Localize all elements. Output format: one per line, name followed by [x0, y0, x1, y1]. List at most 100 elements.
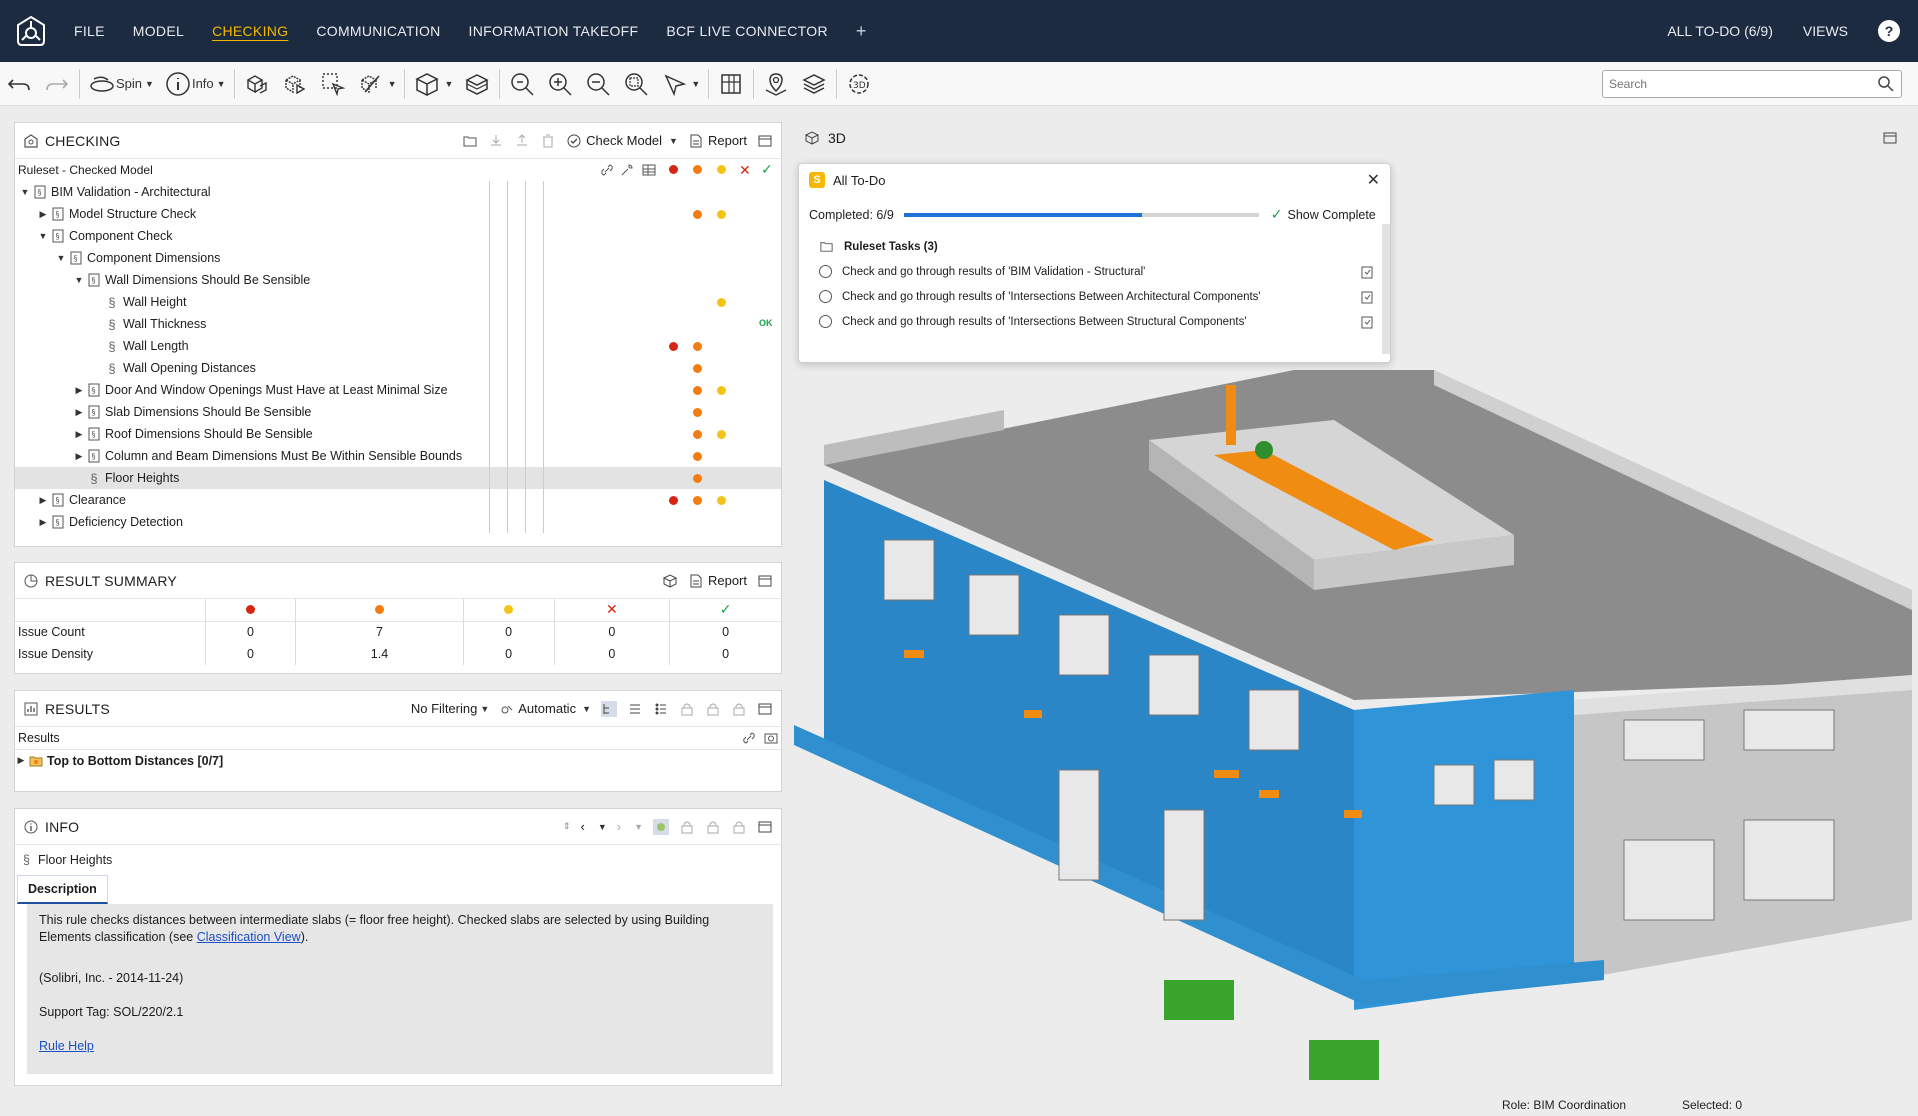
tree-row[interactable]: ▼ § Component Dimensions [15, 247, 781, 269]
tree-row[interactable]: § Wall Height [15, 291, 781, 313]
spin-button[interactable]: Spin ▼ [83, 64, 159, 104]
tree-row[interactable]: § Wall Thickness OK [15, 313, 781, 335]
transparency-button[interactable]: ▼ [352, 64, 402, 104]
clipboard-icon[interactable] [1360, 315, 1374, 329]
tab-description[interactable]: Description [17, 875, 108, 904]
expand-arrow-icon[interactable]: ▼ [19, 187, 31, 197]
menu-information-takeoff[interactable]: INFORMATION TAKEOFF [455, 23, 653, 39]
task-checkbox[interactable] [819, 290, 832, 303]
menu-file[interactable]: FILE [60, 23, 119, 39]
expand-arrow-icon[interactable]: ▶ [37, 517, 49, 528]
lock-icon[interactable] [731, 819, 747, 835]
cube-icon[interactable] [662, 573, 678, 589]
task-item[interactable]: Check and go through results of 'BIM Val… [819, 259, 1374, 284]
zoom-in-button[interactable] [541, 64, 579, 104]
task-item[interactable]: Check and go through results of 'Interse… [819, 309, 1374, 334]
expand-arrow-icon[interactable]: ▶ [73, 407, 85, 418]
pick-tool-button[interactable]: ▼ [655, 64, 705, 104]
delete-icon[interactable] [540, 133, 556, 149]
link-icon[interactable] [741, 730, 757, 746]
maximize-icon[interactable] [757, 819, 773, 835]
floor-plan-button[interactable] [712, 64, 750, 104]
chevron-down-icon[interactable]: ▼ [634, 822, 643, 832]
lock-icon[interactable] [705, 819, 721, 835]
info-button[interactable]: Info ▼ [159, 64, 231, 104]
zoom-selected-button[interactable] [617, 64, 655, 104]
solibri-logo-icon[interactable] [14, 14, 48, 48]
classification-view-link[interactable]: Classification View [197, 930, 301, 944]
expand-arrow-icon[interactable]: ▶ [15, 755, 27, 766]
task-item[interactable]: Check and go through results of 'Interse… [819, 284, 1374, 309]
menu-model[interactable]: MODEL [119, 23, 198, 39]
tree-row[interactable]: ▼ § Component Check [15, 225, 781, 247]
task-group[interactable]: Ruleset Tasks (3) [819, 234, 1374, 259]
zoom-extents-button[interactable] [503, 64, 541, 104]
search-field[interactable] [1602, 70, 1902, 98]
tree-row[interactable]: ▶ § Deficiency Detection [15, 511, 781, 533]
zoom-out-button[interactable] [579, 64, 617, 104]
tree-row[interactable]: ▶ § Column and Beam Dimensions Must Be Wit… [15, 445, 781, 467]
all-todo-button[interactable]: ALL TO-DO (6/9) [1667, 23, 1773, 39]
cube-view-button[interactable]: ▼ [408, 64, 458, 104]
show-complete-button[interactable]: ✓ Show Complete [1271, 206, 1376, 223]
sync-icon[interactable] [653, 818, 669, 835]
expand-arrow-icon[interactable]: ▶ [73, 385, 85, 396]
tree-row[interactable]: ▶ § Roof Dimensions Should Be Sensible [15, 423, 781, 445]
result-item[interactable]: ▶ Top to Bottom Distances [0/7] [15, 749, 781, 771]
passed-icon[interactable]: ✓ [761, 161, 773, 178]
chevron-down-icon[interactable]: ▼ [598, 822, 607, 832]
add-tab-button[interactable]: + [842, 21, 881, 42]
maximize-icon[interactable] [757, 573, 773, 589]
wrench-icon[interactable] [619, 162, 635, 178]
critical-severity-icon[interactable] [669, 165, 678, 174]
lock-icon[interactable] [679, 701, 695, 717]
tree-row[interactable]: ▼ § BIM Validation - Architectural [15, 181, 781, 203]
report-button[interactable]: Report [688, 573, 747, 589]
tree-row[interactable]: ▶ § Model Structure Check [15, 203, 781, 225]
clipboard-icon[interactable] [1360, 290, 1374, 304]
expand-arrow-icon[interactable]: ▼ [55, 253, 67, 263]
mode-dropdown[interactable]: Automatic ▼ [499, 701, 591, 717]
expand-arrow-icon[interactable]: ▼ [73, 275, 85, 285]
menu-checking[interactable]: CHECKING [198, 23, 302, 39]
camera-icon[interactable] [763, 730, 779, 746]
tree-row[interactable]: ▶ § Clearance [15, 489, 781, 511]
table-icon[interactable] [641, 162, 657, 178]
search-icon[interactable] [1875, 73, 1897, 95]
report-button[interactable]: Report [688, 133, 747, 149]
section-button[interactable] [458, 64, 496, 104]
tree-row[interactable]: § Wall Opening Distances [15, 357, 781, 379]
3d-settings-button[interactable]: 3D [840, 64, 878, 104]
expand-arrow-icon[interactable]: ▶ [73, 451, 85, 462]
expand-arrow-icon[interactable]: ▶ [73, 429, 85, 440]
lock-icon[interactable] [679, 819, 695, 835]
forward-icon[interactable]: › [617, 819, 621, 834]
tree-row[interactable]: § Wall Length [15, 335, 781, 357]
isolate-button[interactable] [314, 64, 352, 104]
tree-row[interactable]: § Floor Heights [15, 467, 781, 489]
task-checkbox[interactable] [819, 315, 832, 328]
tree-row[interactable]: ▼ § Wall Dimensions Should Be Sensible [15, 269, 781, 291]
tree-row[interactable]: ▶ § Slab Dimensions Should Be Sensible [15, 401, 781, 423]
check-model-button[interactable]: Check Model ▼ [566, 133, 678, 149]
lock-icon[interactable] [731, 701, 747, 717]
category-view-icon[interactable] [653, 701, 669, 717]
close-icon[interactable]: ✕ [1367, 170, 1380, 190]
folder-icon[interactable] [462, 133, 478, 149]
moderate-severity-icon[interactable] [693, 165, 702, 174]
views-button[interactable]: VIEWS [1803, 23, 1848, 39]
low-severity-icon[interactable] [717, 165, 726, 174]
redo-button[interactable] [38, 64, 76, 104]
tree-row[interactable]: ▶ § Door And Window Openings Must Have at … [15, 379, 781, 401]
help-icon[interactable]: ? [1878, 20, 1900, 42]
clipboard-icon[interactable] [1360, 265, 1374, 279]
search-input[interactable] [1609, 77, 1875, 91]
popup-scrollbar[interactable] [1382, 224, 1390, 354]
lock-icon[interactable] [705, 701, 721, 717]
menu-bcf-live-connector[interactable]: BCF LIVE CONNECTOR [652, 23, 842, 39]
task-checkbox[interactable] [819, 265, 832, 278]
menu-communication[interactable]: COMMUNICATION [302, 23, 454, 39]
back-icon[interactable]: ‹ [580, 819, 584, 834]
filter-dropdown[interactable]: No Filtering ▼ [411, 701, 489, 716]
import-icon[interactable] [488, 133, 504, 149]
